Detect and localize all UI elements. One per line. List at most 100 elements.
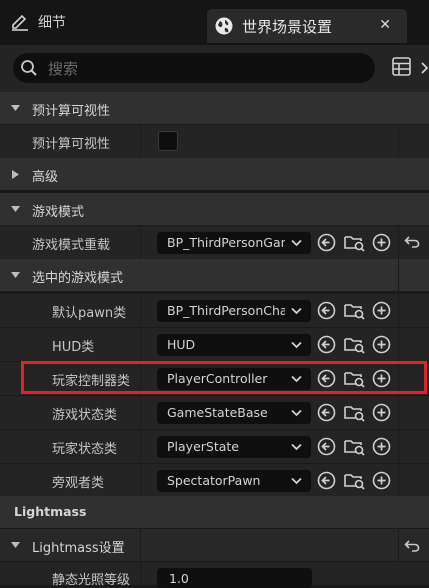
column-divider bbox=[140, 464, 141, 497]
reset-arrow-icon[interactable] bbox=[404, 235, 420, 249]
category-game-mode[interactable]: 游戏模式 bbox=[0, 193, 429, 225]
class-select-combo[interactable]: HUD bbox=[157, 334, 311, 356]
chevron-right-icon[interactable] bbox=[420, 61, 429, 75]
column-divider bbox=[140, 294, 141, 327]
arrow-left-circle-icon[interactable] bbox=[317, 301, 336, 320]
tab-world-settings[interactable]: 世界场景设置 ✕ bbox=[207, 9, 407, 43]
category-title: 选中的游戏模式 bbox=[32, 271, 124, 286]
folder-search-icon[interactable] bbox=[344, 437, 366, 456]
category-lightmass[interactable]: Lightmass bbox=[0, 496, 429, 528]
category-title: Lightmass bbox=[14, 504, 87, 519]
arrow-left-circle-icon[interactable] bbox=[317, 403, 336, 422]
plus-circle-icon[interactable] bbox=[372, 335, 391, 354]
column-divider bbox=[140, 125, 141, 158]
chevron-down-icon bbox=[291, 239, 302, 247]
column-divider bbox=[140, 430, 141, 463]
class-select-combo[interactable]: SpectatorPawn bbox=[157, 470, 311, 492]
chevron-down-icon bbox=[291, 307, 302, 315]
combo-value: BP_ThirdPersonGameMode bbox=[167, 235, 285, 250]
list-view-icon[interactable] bbox=[392, 57, 411, 76]
plus-circle-icon[interactable] bbox=[372, 301, 391, 320]
category-title: 高级 bbox=[32, 170, 59, 185]
arrow-left-circle-icon[interactable] bbox=[317, 233, 336, 252]
static-lighting-level-input[interactable]: 1.0 bbox=[157, 568, 312, 588]
property-label: HUD类 bbox=[52, 340, 95, 355]
column-divider bbox=[140, 328, 141, 361]
chevron-down-icon bbox=[291, 375, 302, 383]
column-divider bbox=[398, 259, 399, 291]
class-select-combo[interactable]: PlayerState bbox=[157, 436, 311, 458]
chevron-down-icon bbox=[11, 105, 20, 111]
combo-value: PlayerState bbox=[167, 439, 239, 454]
search-toolbar: 搜索 bbox=[0, 45, 429, 92]
class-select-combo[interactable]: PlayerController bbox=[157, 368, 311, 390]
folder-search-icon[interactable] bbox=[344, 301, 366, 320]
property-row: 旁观者类 SpectatorPawn bbox=[0, 463, 429, 497]
combo-value: GameStateBase bbox=[167, 405, 268, 420]
column-divider bbox=[140, 226, 141, 259]
chevron-down-icon bbox=[11, 206, 20, 212]
chevron-down-icon bbox=[291, 409, 302, 417]
column-divider bbox=[140, 396, 141, 429]
category-lightmass-settings[interactable]: Lightmass设置 bbox=[0, 529, 429, 561]
arrow-left-circle-icon[interactable] bbox=[317, 369, 336, 388]
search-input[interactable]: 搜索 bbox=[13, 53, 375, 83]
folder-search-icon[interactable] bbox=[344, 471, 366, 490]
plus-circle-icon[interactable] bbox=[372, 403, 391, 422]
chevron-down-icon bbox=[11, 272, 20, 278]
class-select-combo[interactable]: GameStateBase bbox=[157, 402, 311, 424]
chevron-down-icon bbox=[291, 341, 302, 349]
arrow-left-circle-icon[interactable] bbox=[317, 437, 336, 456]
property-row: HUD类 HUD bbox=[0, 327, 429, 361]
column-divider bbox=[398, 529, 399, 561]
plus-circle-icon[interactable] bbox=[372, 369, 391, 388]
folder-search-icon[interactable] bbox=[344, 335, 366, 354]
plus-circle-icon[interactable] bbox=[372, 437, 391, 456]
property-row: 玩家状态类 PlayerState bbox=[0, 429, 429, 463]
property-label: 游戏状态类 bbox=[52, 408, 118, 423]
property-label: 旁观者类 bbox=[52, 476, 105, 491]
property-label: 玩家控制器类 bbox=[52, 374, 131, 389]
property-row: 玩家控制器类 PlayerController bbox=[0, 361, 429, 395]
folder-search-icon[interactable] bbox=[344, 369, 366, 388]
column-divider bbox=[398, 294, 399, 327]
combo-value: BP_ThirdPersonCharacter bbox=[167, 303, 285, 318]
property-row: 默认pawn类 BP_ThirdPersonCharacter bbox=[0, 293, 429, 327]
column-divider bbox=[140, 529, 141, 561]
property-row-precomputed-visibility: 预计算可视性 bbox=[0, 124, 429, 158]
property-row-game-mode-override: 游戏模式重载 BP_ThirdPersonGameMode bbox=[0, 225, 429, 259]
tab-details[interactable]: 细节 bbox=[0, 5, 66, 39]
reset-arrow-icon[interactable] bbox=[404, 539, 420, 553]
category-precomputed-visibility[interactable]: 预计算可视性 bbox=[0, 92, 429, 124]
property-label: 游戏模式重载 bbox=[32, 238, 111, 253]
property-label: 静态光照等级 bbox=[52, 573, 131, 588]
precomputed-visibility-checkbox[interactable] bbox=[158, 131, 178, 151]
folder-search-icon[interactable] bbox=[344, 233, 366, 252]
class-select-combo[interactable]: BP_ThirdPersonCharacter bbox=[157, 300, 311, 322]
folder-search-icon[interactable] bbox=[344, 403, 366, 422]
column-divider bbox=[140, 362, 141, 395]
chevron-right-icon bbox=[12, 170, 19, 179]
game-mode-override-combo[interactable]: BP_ThirdPersonGameMode bbox=[157, 232, 311, 254]
category-selected-game-mode[interactable]: 选中的游戏模式 bbox=[0, 259, 429, 291]
column-divider bbox=[398, 125, 399, 158]
property-label: 玩家状态类 bbox=[52, 442, 118, 457]
category-advanced[interactable]: 高级 bbox=[0, 158, 429, 190]
tab-bar: 细节 世界场景设置 ✕ bbox=[0, 0, 429, 45]
plus-circle-icon[interactable] bbox=[372, 471, 391, 490]
property-row: 游戏状态类 GameStateBase bbox=[0, 395, 429, 429]
close-icon[interactable]: ✕ bbox=[379, 17, 391, 33]
property-label: 预计算可视性 bbox=[32, 137, 111, 152]
column-divider bbox=[398, 362, 399, 395]
search-icon bbox=[21, 60, 37, 76]
chevron-down-icon bbox=[11, 542, 20, 548]
arrow-left-circle-icon[interactable] bbox=[317, 335, 336, 354]
column-divider bbox=[398, 430, 399, 463]
column-divider bbox=[140, 562, 141, 585]
plus-circle-icon[interactable] bbox=[372, 233, 391, 252]
property-label: 默认pawn类 bbox=[52, 306, 127, 321]
combo-value: PlayerController bbox=[167, 371, 268, 386]
globe-icon bbox=[215, 17, 233, 35]
arrow-left-circle-icon[interactable] bbox=[317, 471, 336, 490]
combo-value: SpectatorPawn bbox=[167, 473, 261, 488]
